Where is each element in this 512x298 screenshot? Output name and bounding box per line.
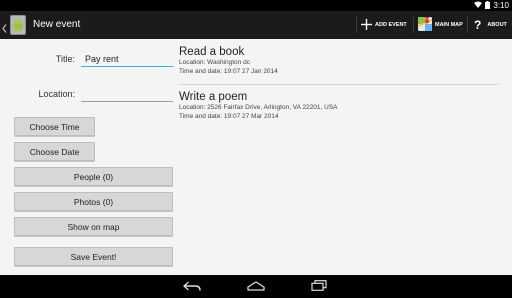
choose-time-button[interactable]: Choose Time [14, 117, 95, 136]
action-divider [413, 17, 414, 33]
main-content: Title: Location: Choose Time Choose Date… [0, 39, 512, 275]
event-location: Location: 2526 Fairfax Drive, Arlington,… [179, 104, 338, 111]
title-field[interactable] [81, 52, 173, 66]
navigation-bar [0, 275, 512, 298]
main-map-label: MAIN MAP [435, 22, 463, 28]
event-title: Read a book [179, 46, 245, 58]
up-navigation-icon[interactable] [2, 20, 7, 38]
status-bar: 3:10 [0, 0, 512, 11]
recents-button[interactable] [304, 275, 334, 298]
people-button[interactable]: People (0) [14, 167, 173, 186]
location-label: Location: [38, 89, 75, 99]
show-on-map-button[interactable]: Show on map [14, 217, 173, 236]
action-bar: New event ADD EVENT MAIN MAP ? ABOUT [0, 11, 512, 39]
list-divider [179, 84, 499, 85]
title-field-underline [81, 66, 173, 67]
status-time: 3:10 [493, 1, 509, 10]
add-icon [361, 18, 372, 32]
about-button[interactable]: ? ABOUT [474, 11, 507, 39]
back-button[interactable] [177, 275, 207, 298]
back-icon [183, 278, 201, 296]
action-divider [356, 17, 357, 33]
battery-icon [485, 0, 491, 11]
event-list-item[interactable]: Write a poem Location: 2526 Fairfax Driv… [179, 91, 499, 121]
home-icon [247, 278, 265, 296]
event-location: Location: Washington dc [179, 59, 250, 66]
event-time-and-date: Time and date: 19:07 27 Jan 2014 [179, 67, 278, 75]
wifi-icon [474, 1, 483, 10]
event-list-item[interactable]: Read a book Location: Washington dc Time… [179, 46, 499, 76]
recents-icon [311, 278, 327, 296]
add-event-button[interactable]: ADD EVENT [361, 11, 407, 39]
photos-button[interactable]: Photos (0) [14, 192, 173, 211]
add-event-label: ADD EVENT [375, 22, 407, 28]
help-icon: ? [474, 18, 482, 32]
choose-date-button[interactable]: Choose Date [14, 142, 95, 161]
action-divider [467, 17, 468, 33]
event-time-and-date: Time and date: 19:07 27 Mar 2014 [179, 112, 279, 120]
app-title: New event [33, 19, 81, 30]
home-button[interactable] [241, 275, 271, 298]
location-field[interactable] [81, 87, 173, 101]
android-app-icon[interactable] [8, 14, 28, 41]
event-title: Write a poem [179, 91, 248, 103]
title-label: Title: [55, 54, 75, 64]
about-label: ABOUT [487, 22, 507, 28]
map-icon [417, 14, 433, 33]
status-icons: 3:10 [474, 0, 509, 11]
save-event-button[interactable]: Save Event! [14, 247, 173, 266]
main-map-button[interactable]: MAIN MAP [417, 11, 463, 39]
location-field-underline [81, 101, 173, 102]
